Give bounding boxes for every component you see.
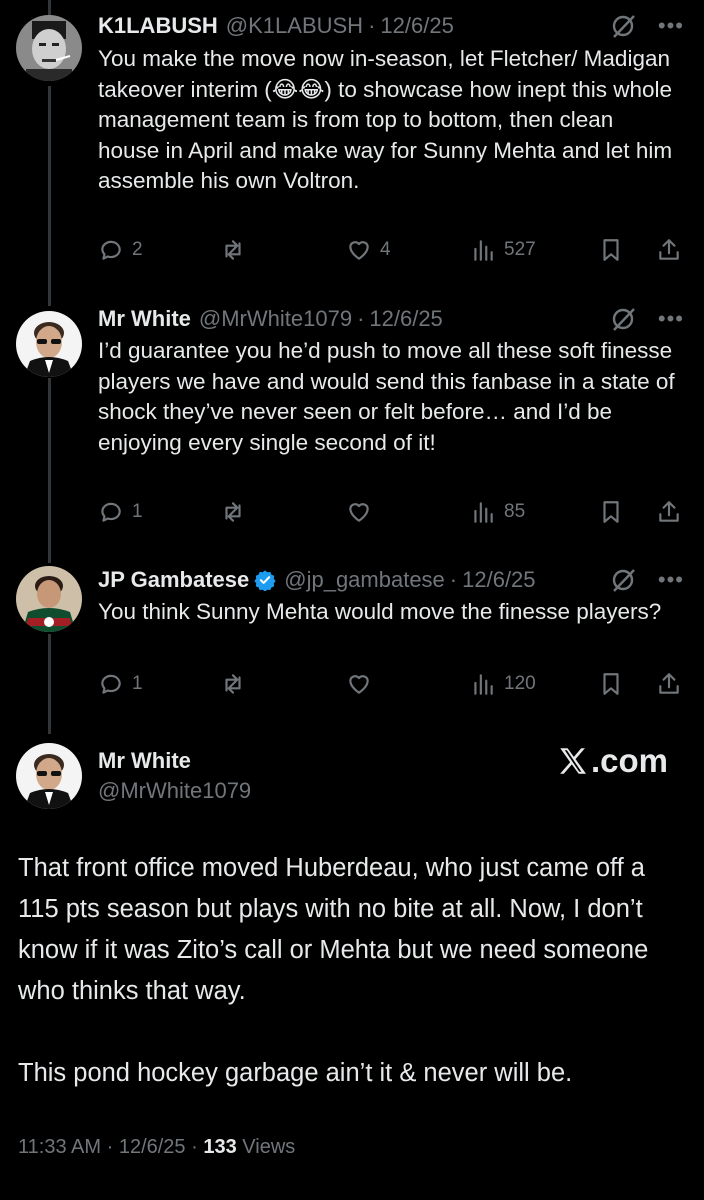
like-button[interactable]: 4 — [346, 234, 391, 266]
repost-button[interactable] — [220, 496, 254, 528]
x-logo-icon — [560, 748, 587, 774]
main-avatar[interactable] — [16, 743, 82, 809]
bookmark-icon — [603, 673, 619, 695]
avatar[interactable] — [16, 566, 82, 632]
verified-badge-icon — [254, 570, 276, 591]
user-handle[interactable]: @MrWhite1079 — [199, 306, 352, 332]
more-icon[interactable]: ••• — [658, 308, 684, 330]
reply-button[interactable]: 2 — [98, 234, 143, 266]
views-icon — [474, 240, 493, 261]
more-icon[interactable]: ••• — [658, 15, 684, 37]
thread-line — [48, 378, 51, 563]
views-button[interactable]: 120 — [470, 668, 536, 700]
display-name[interactable]: K1LABUSH — [98, 13, 218, 39]
x-com-brand: .com — [556, 742, 668, 780]
grok-icon[interactable] — [610, 13, 636, 39]
views-icon — [474, 502, 493, 523]
views-count: 133 — [203, 1136, 237, 1158]
main-tweet-text: That front office moved Huberdeau, who j… — [18, 854, 649, 1005]
share-icon — [659, 239, 679, 260]
thread-line — [48, 634, 51, 734]
tweet-header: K1LABUSH @K1LABUSH · 12/6/25 ••• — [98, 10, 684, 42]
display-name[interactable]: Mr White — [98, 306, 191, 332]
reply-icon — [101, 674, 121, 694]
thread-line — [48, 0, 51, 15]
tweet-text: You make the move now in-season, let Fle… — [98, 46, 673, 193]
repost-icon — [225, 502, 241, 522]
bookmark-icon — [603, 239, 619, 261]
more-icon[interactable]: ••• — [658, 569, 684, 591]
views-count: 120 — [504, 673, 536, 694]
share-icon — [659, 673, 679, 694]
like-count: 4 — [380, 239, 391, 260]
reply-icon — [101, 240, 121, 260]
like-button[interactable] — [346, 668, 380, 700]
reply-count: 1 — [132, 673, 143, 694]
repost-button[interactable] — [220, 668, 254, 700]
repost-icon — [225, 240, 241, 260]
tweet-date[interactable]: 12/6/25 — [369, 306, 442, 332]
like-button[interactable] — [346, 496, 380, 528]
reply-count: 1 — [132, 501, 143, 522]
views-icon — [474, 674, 493, 695]
tweet-date[interactable]: 12/6/25 — [380, 13, 453, 39]
reply-count: 2 — [132, 239, 143, 260]
share-icon — [659, 501, 679, 522]
views-count: 85 — [504, 501, 526, 522]
main-tweet-text-2: This pond hockey garbage ain’t it & neve… — [18, 1059, 573, 1087]
main-display-name[interactable]: Mr White — [98, 748, 191, 774]
action-bar: 1 85 — [98, 496, 690, 528]
separator: · — [191, 1136, 198, 1158]
tweet-header: JP Gambatese @jp_gambatese · 12/6/25 ••• — [98, 564, 684, 596]
main-user-handle[interactable]: @MrWhite1079 — [98, 778, 251, 804]
bookmark-button[interactable] — [598, 668, 624, 700]
separator: · — [368, 13, 376, 38]
tweet-meta: 11:33 AM · 12/6/25 · 133 Views — [18, 1136, 295, 1159]
views-button[interactable]: 85 — [470, 496, 525, 528]
avatar[interactable] — [16, 15, 82, 81]
like-icon — [349, 503, 369, 522]
reply-icon — [101, 502, 121, 522]
tweet-text: You think Sunny Mehta would move the fin… — [98, 599, 662, 624]
share-button[interactable] — [656, 668, 682, 700]
tweet-date[interactable]: 12/6/25 — [462, 567, 535, 593]
grok-icon[interactable] — [610, 567, 636, 593]
tweet-date[interactable]: 12/6/25 — [119, 1136, 186, 1158]
action-bar: 1 120 — [98, 668, 690, 700]
repost-button[interactable] — [220, 234, 254, 266]
repost-icon — [225, 674, 241, 694]
separator: · — [449, 567, 458, 592]
separator: · — [357, 306, 365, 331]
tweet-header: Mr White @MrWhite1079 · 12/6/25 ••• — [98, 303, 684, 335]
like-icon — [349, 675, 369, 694]
user-handle[interactable]: @jp_gambatese — [284, 567, 445, 593]
display-name[interactable]: JP Gambatese — [98, 567, 249, 593]
views-button[interactable]: 527 — [470, 234, 536, 266]
action-bar: 2 4 527 — [98, 234, 690, 266]
tweet-text: I’d guarantee you he’d push to move all … — [98, 338, 675, 455]
grok-icon[interactable] — [610, 306, 636, 332]
views-label: Views — [242, 1136, 296, 1158]
share-button[interactable] — [656, 496, 682, 528]
bookmark-icon — [603, 501, 619, 523]
reply-button[interactable]: 1 — [98, 496, 143, 528]
share-button[interactable] — [656, 234, 682, 266]
avatar[interactable] — [16, 311, 82, 377]
like-icon — [349, 241, 369, 260]
reply-button[interactable]: 1 — [98, 668, 143, 700]
views-count: 527 — [504, 239, 536, 260]
thread-line — [48, 86, 51, 306]
bookmark-button[interactable] — [598, 496, 624, 528]
separator: · — [106, 1136, 114, 1158]
bookmark-button[interactable] — [598, 234, 624, 266]
tweet-time[interactable]: 11:33 AM — [18, 1136, 101, 1158]
brand-text: .com — [590, 742, 668, 779]
user-handle[interactable]: @K1LABUSH — [226, 13, 363, 39]
